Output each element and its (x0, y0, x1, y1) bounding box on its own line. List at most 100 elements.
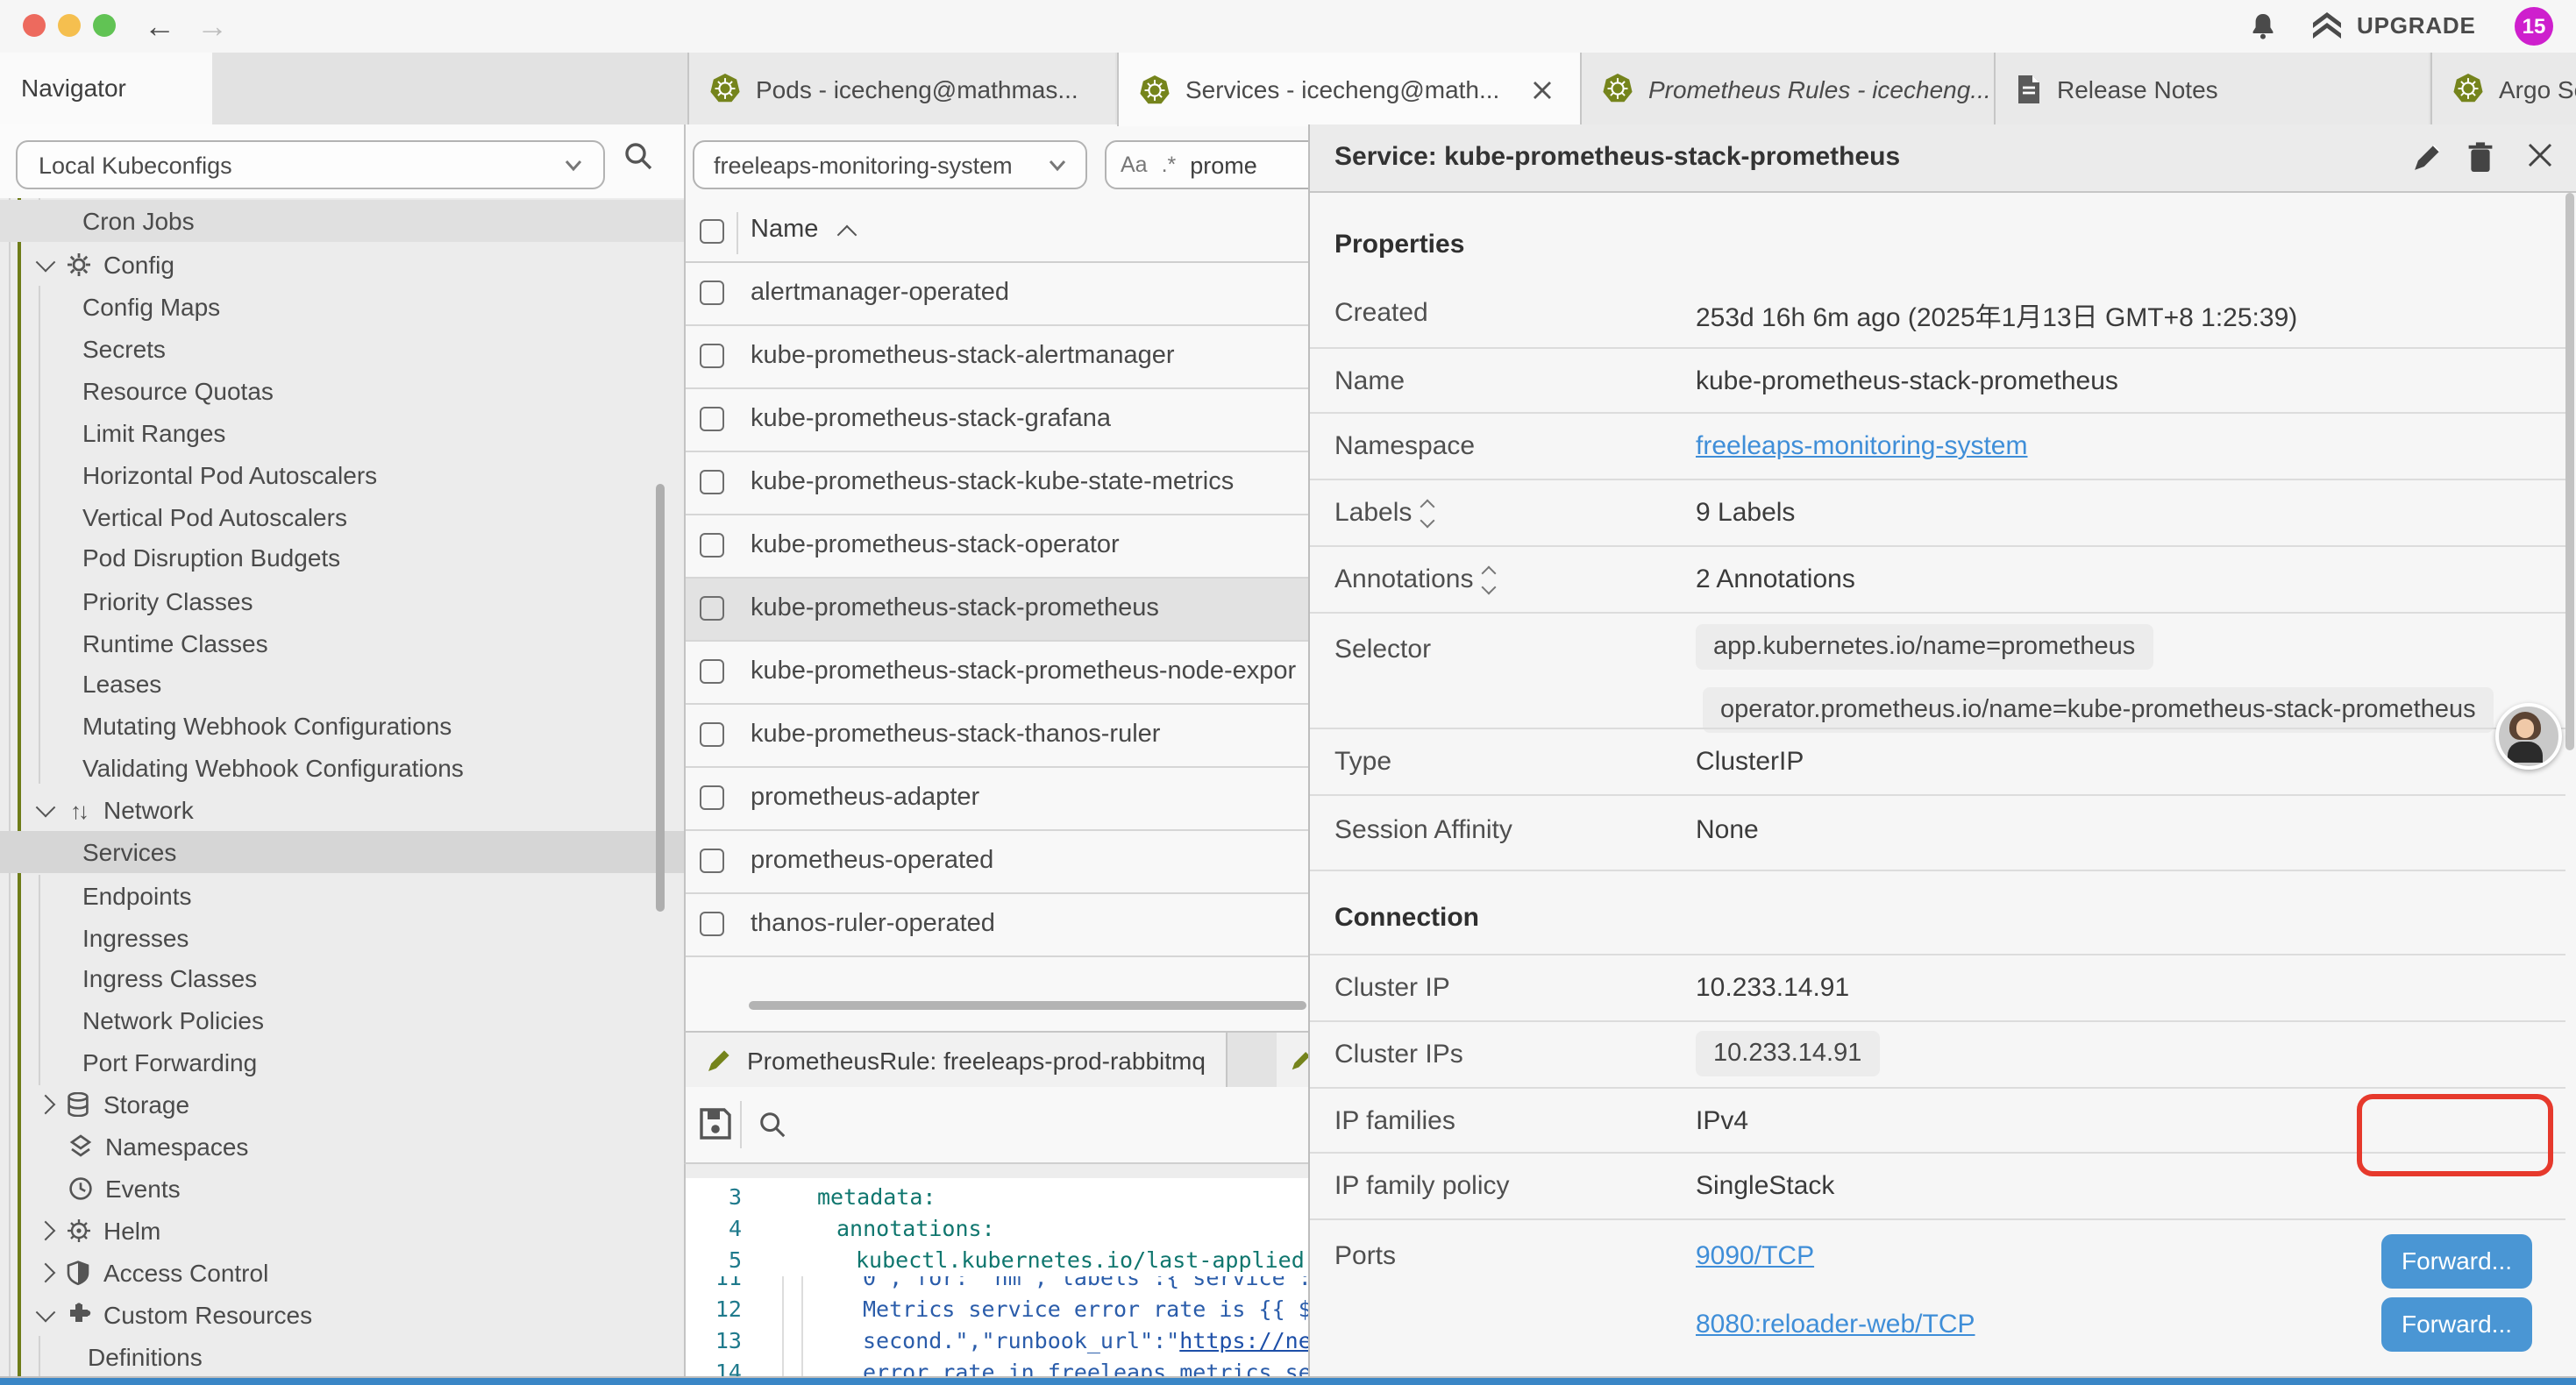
row-checkbox[interactable] (700, 470, 724, 494)
table-row[interactable]: kube-prometheus-stack-prometheus-node-ex… (686, 642, 1310, 705)
expand-collapse-icon[interactable] (1422, 501, 1433, 525)
close-traffic-light[interactable] (23, 14, 46, 37)
sidebar-item-ingress-classes[interactable]: Ingress Classes (0, 957, 684, 999)
row-checkbox[interactable] (700, 281, 724, 305)
minimize-traffic-light[interactable] (58, 14, 81, 37)
table-horizontal-scrollbar[interactable] (749, 1001, 1306, 1010)
row-checkbox[interactable] (700, 785, 724, 810)
table-row[interactable]: prometheus-adapter (686, 768, 1310, 831)
table-row[interactable]: kube-prometheus-stack-alertmanager (686, 326, 1310, 389)
row-checkbox[interactable] (700, 533, 724, 558)
detail-row-session-affinity: Session Affinity None (1310, 794, 2565, 870)
sidebar-item-cron-jobs[interactable]: Cron Jobs (0, 200, 684, 242)
sidebar-item-vertical-pod-autoscalers[interactable]: Vertical Pod Autoscalers (0, 496, 684, 538)
sidebar-item-limit-ranges[interactable]: Limit Ranges (0, 412, 684, 454)
tab-release-notes[interactable]: Release Notes (1994, 53, 2429, 124)
row-checkbox[interactable] (700, 407, 724, 431)
sidebar-item-endpoints[interactable]: Endpoints (0, 875, 684, 917)
table-row[interactable]: alertmanager-operated (686, 263, 1310, 326)
maximize-traffic-light[interactable] (93, 14, 116, 37)
row-checkbox[interactable] (700, 659, 724, 684)
sidebar-group-network[interactable]: ↑↓ Network (0, 789, 684, 831)
sort-ascending-icon[interactable] (837, 225, 857, 245)
editor-tab-prometheusrule[interactable]: PrometheusRule: freeleaps-prod-rabbitmq (686, 1033, 1228, 1087)
close-tab-icon[interactable] (1533, 80, 1552, 99)
sidebar-item-leases[interactable]: Leases (0, 663, 684, 705)
sidebar-scrollbar[interactable] (656, 484, 665, 912)
sidebar-item-config-maps[interactable]: Config Maps (0, 286, 684, 328)
row-checkbox[interactable] (700, 344, 724, 368)
tab-label: Release Notes (2057, 75, 2218, 103)
sidebar-item-port-forwarding[interactable]: Port Forwarding (0, 1041, 684, 1083)
yaml-editor[interactable]: 3metadata: 4annotations: 5kubectl.kubern… (684, 1178, 1308, 1376)
expand-collapse-icon[interactable] (1484, 567, 1494, 592)
regex-toggle[interactable]: .* (1162, 153, 1177, 177)
table-row[interactable]: kube-prometheus-stack-operator (686, 515, 1310, 579)
sidebar-item-network-policies[interactable]: Network Policies (0, 999, 684, 1041)
namespace-filter-dropdown[interactable]: freeleaps-monitoring-system (693, 140, 1087, 189)
properties-section-header: Properties (1334, 230, 1464, 259)
tab-prometheus-rules[interactable]: Prometheus Rules - icecheng... (1580, 53, 1994, 124)
select-all-checkbox[interactable] (700, 219, 724, 244)
upgrade-icon[interactable] (2311, 12, 2343, 40)
back-arrow-icon[interactable]: ← (144, 4, 175, 49)
kubeconfig-dropdown[interactable]: Local Kubeconfigs (16, 140, 605, 189)
sidebar-item-horizontal-pod-autoscalers[interactable]: Horizontal Pod Autoscalers (0, 454, 684, 496)
sidebar-item-definitions[interactable]: Definitions (0, 1336, 684, 1378)
close-panel-icon[interactable] (2527, 142, 2553, 168)
row-checkbox[interactable] (700, 596, 724, 621)
table-search-input[interactable]: Aa .* prome (1105, 140, 1326, 189)
save-icon[interactable] (700, 1108, 731, 1140)
sidebar-item-priority-classes[interactable]: Priority Classes (0, 580, 684, 622)
tab-services[interactable]: Services - icecheng@math... (1117, 53, 1580, 126)
sidebar-item-namespaces[interactable]: Namespaces (0, 1126, 684, 1168)
namespace-link[interactable]: freeleaps-monitoring-system (1696, 431, 2028, 461)
sidebar-group-storage[interactable]: Storage (0, 1083, 684, 1126)
match-case-toggle[interactable]: Aa (1121, 153, 1148, 177)
search-icon[interactable] (623, 140, 654, 172)
detail-header: Service: kube-prometheus-stack-prometheu… (1310, 124, 2576, 193)
runbook-url-link[interactable]: https://net (1179, 1327, 1308, 1353)
table-row[interactable]: prometheus-operated (686, 831, 1310, 894)
port-link[interactable]: 9090/TCP (1696, 1241, 1814, 1271)
sidebar-item-ingresses[interactable]: Ingresses (0, 917, 684, 959)
chevron-right-icon (36, 1221, 56, 1241)
tab-pods[interactable]: Pods - icecheng@mathmas... (687, 53, 1115, 124)
detail-scrollbar[interactable] (2565, 193, 2574, 750)
sidebar-item-validating-webhook-configurations[interactable]: Validating Webhook Configurations (0, 747, 684, 789)
editor-line: 3metadata: (686, 1182, 1308, 1213)
tab-argo[interactable]: Argo Se (2430, 53, 2576, 124)
sidebar-group-access-control[interactable]: Access Control (0, 1252, 684, 1294)
row-checkbox[interactable] (700, 722, 724, 747)
search-icon[interactable] (758, 1110, 787, 1140)
port-forward-button[interactable]: Forward... (2381, 1297, 2532, 1352)
sidebar-item-secrets[interactable]: Secrets (0, 328, 684, 370)
forward-arrow-icon[interactable]: → (196, 4, 228, 49)
port-forward-button[interactable]: Forward... (2381, 1234, 2532, 1289)
sidebar-item-events[interactable]: Events (0, 1168, 684, 1210)
sidebar-group-config[interactable]: Config (0, 244, 684, 286)
delete-trash-icon[interactable] (2467, 142, 2494, 172)
edit-pencil-icon[interactable] (2413, 142, 2443, 172)
notifications-badge[interactable]: 15 (2515, 7, 2553, 46)
sidebar-item-services[interactable]: Services (0, 831, 684, 873)
table-row[interactable]: kube-prometheus-stack-grafana (686, 389, 1310, 452)
row-checkbox[interactable] (700, 849, 724, 873)
upgrade-label[interactable]: UPGRADE (2357, 12, 2476, 39)
sidebar-item-pod-disruption-budgets[interactable]: Pod Disruption Budgets (0, 536, 684, 579)
name-column-header[interactable]: Name (751, 216, 818, 244)
table-row[interactable]: thanos-ruler-operated (686, 894, 1310, 957)
row-checkbox[interactable] (700, 912, 724, 936)
port-link[interactable]: 8080:reloader-web/TCP (1696, 1310, 1975, 1339)
sidebar-item-mutating-webhook-configurations[interactable]: Mutating Webhook Configurations (0, 705, 684, 747)
tab-navigator[interactable]: Navigator (0, 53, 212, 126)
sidebar-item-runtime-classes[interactable]: Runtime Classes (0, 622, 684, 664)
table-row-selected[interactable]: kube-prometheus-stack-prometheus (686, 579, 1310, 642)
sidebar-group-helm[interactable]: Helm (0, 1210, 684, 1252)
sidebar-item-resource-quotas[interactable]: Resource Quotas (0, 370, 684, 412)
table-row[interactable]: kube-prometheus-stack-thanos-ruler (686, 705, 1310, 768)
sidebar-group-custom-resources[interactable]: Custom Resources (0, 1294, 684, 1336)
bell-icon[interactable] (2250, 12, 2276, 40)
assistant-avatar[interactable] (2495, 703, 2562, 770)
table-row[interactable]: kube-prometheus-stack-kube-state-metrics (686, 452, 1310, 515)
